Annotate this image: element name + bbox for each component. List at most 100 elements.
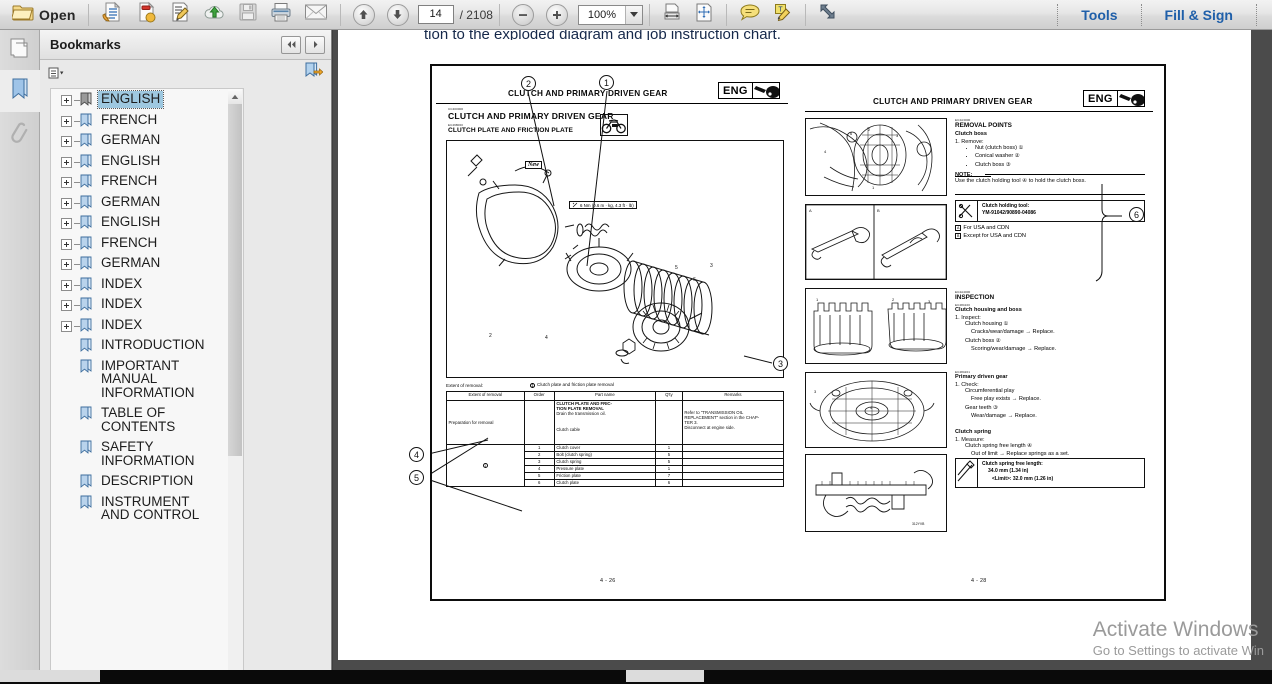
table-cell-remarks [681,451,785,459]
document-viewer[interactable]: tion to the exploded diagram and job ins… [333,30,1272,684]
bookmark-item[interactable]: GERMAN [51,192,228,213]
page-number-input[interactable]: 14 [417,5,454,24]
bookmark-item[interactable]: DESCRIPTION [51,471,228,492]
bookmark-icon [80,215,93,230]
expand-toggle-icon[interactable] [61,115,72,127]
bookmark-item[interactable]: IMPORTANT MANUAL INFORMATION [51,356,228,404]
next-page-button[interactable] [381,2,415,28]
expand-toggle-icon[interactable] [61,238,72,250]
edit-pdf-button[interactable] [163,2,197,28]
table-cell-qty: 1 [654,444,683,452]
bookmark-item[interactable]: INSTRUMENT AND CONTROL [51,492,228,526]
comment-button[interactable] [733,2,767,28]
collapse-panel-button[interactable] [281,35,301,54]
table-cell-order: 2 [523,451,555,459]
tools-button[interactable]: Tools [1067,7,1131,23]
note-rule-bottom [955,194,1145,195]
bookmarks-button[interactable] [0,70,40,112]
bookmark-item[interactable]: FRENCH [51,110,228,131]
bookmark-options-button[interactable] [48,66,67,81]
chevron-up-icon [231,94,239,99]
torque-spec-value: 6 Nm (0.6 m · kg, 4.3 ft · lb) [580,202,634,208]
bookmark-item[interactable]: ENGLISH [51,212,228,233]
bookmark-icon [80,297,93,312]
bookmark-item[interactable]: INDEX [51,315,228,336]
expand-toggle-icon[interactable] [61,156,72,168]
previous-page-button[interactable] [347,2,381,28]
page-thumbnails-button[interactable] [0,30,40,70]
bookmark-icon [80,256,93,271]
bookmark-label: IMPORTANT MANUAL INFORMATION [101,357,195,400]
inspection-heading: INSPECTION [955,294,995,301]
bookmark-item[interactable]: SAFETY INFORMATION [51,437,228,471]
removal-table: Extent of removal Order Part name Q'ty Remar… [446,391,785,487]
zoom-in-icon [545,3,568,26]
fullscreen-button[interactable] [812,2,844,28]
bookmark-item[interactable]: GERMAN [51,253,228,274]
expand-toggle-icon[interactable] [61,95,72,106]
bookmark-item[interactable]: ENGLISH [51,89,228,110]
new-bookmark-button[interactable] [304,62,324,85]
document-horizontal-scrollbar[interactable] [333,660,1272,670]
bookmarks-scrollbar[interactable] [228,88,244,684]
motorcycle-icon [601,119,626,134]
scrollbar-thumb[interactable] [228,104,242,456]
comment-icon [739,3,761,26]
zoom-level-select[interactable]: 100% [577,4,643,25]
svg-text:A: A [809,208,812,213]
bookmark-item[interactable]: INDEX [51,274,228,295]
region-notes: A For USA and CDN B Except for USA and CDN [955,224,1026,241]
clutch-holding-tool-box: Clutch holding tool: YM-91042/90890-0408… [955,200,1145,222]
fit-width-icon [662,2,682,27]
fit-page-button[interactable] [688,2,720,28]
table-cell-part_name: Clutch spring [553,458,656,466]
spring-spec-line-1: Clutch spring free length: [982,461,1043,467]
save-button[interactable] [232,2,264,28]
expand-toggle-icon[interactable] [61,197,72,209]
right-header-rule [805,111,1153,113]
send-to-cloud-button[interactable] [197,2,232,28]
callout-4: 4 [409,447,424,462]
left-section-subtitle: CLUTCH PLATE AND FRICTION PLATE [448,127,573,134]
scroll-up-button[interactable] [228,89,242,104]
bookmark-label: DESCRIPTION [101,473,194,488]
zoom-dropdown-arrow[interactable] [624,5,642,24]
bookmark-item[interactable]: GERMAN [51,130,228,151]
print-icon [270,2,292,27]
combine-files-button[interactable] [129,1,163,28]
bookmark-item[interactable]: FRENCH [51,233,228,254]
attachments-button[interactable] [0,112,40,156]
expand-toggle-icon[interactable] [61,136,72,147]
extent-note-text: Clutch plate and friction plate removal [537,382,614,387]
bookmark-item[interactable]: FRENCH [51,171,228,192]
bookmark-item[interactable]: INDEX [51,294,228,315]
bookmark-item[interactable]: TABLE OF CONTENTS [51,403,228,437]
fill-sign-button[interactable]: Fill & Sign [1151,7,1247,23]
left-eng-label: ENG [723,84,748,97]
zoom-in-button[interactable] [540,2,574,28]
fit-page-icon [694,2,714,27]
print-button[interactable] [264,2,298,28]
zoom-out-button[interactable] [506,2,540,28]
text-edit-button[interactable]: T [767,2,799,28]
expand-panel-button[interactable] [305,35,325,54]
fit-width-button[interactable] [656,2,688,28]
expand-toggle-icon[interactable] [61,320,72,332]
create-pdf-button[interactable] [95,1,129,28]
bookmarks-tree[interactable]: ENGLISH FRENCH GERMAN ENGLISH FRENCH GERMAN EN… [50,88,228,684]
bookmark-item[interactable]: ENGLISH [51,151,228,172]
expand-toggle-icon[interactable] [61,300,72,311]
expand-toggle-icon[interactable] [61,177,72,188]
expand-toggle-icon[interactable] [61,279,72,291]
main-toolbar: Open 14 / 2108 100% T Tools Fill & Sign [0,0,1272,30]
expand-toggle-icon[interactable] [61,259,72,270]
bookmark-item[interactable]: INTRODUCTION [51,335,228,356]
inspection-bullets: Clutch housing ① Cracks/wear/damage → Rep… [965,320,1056,354]
email-button[interactable] [298,2,334,28]
open-button[interactable]: Open [6,2,82,28]
callout-6: 6 [1129,207,1144,222]
bookmark-icon [80,174,93,189]
bookmarks-panel: Bookmarks ENGLISH FRENCH GERMAN ENGLISH … [40,30,332,684]
expand-toggle-icon[interactable] [61,218,72,229]
